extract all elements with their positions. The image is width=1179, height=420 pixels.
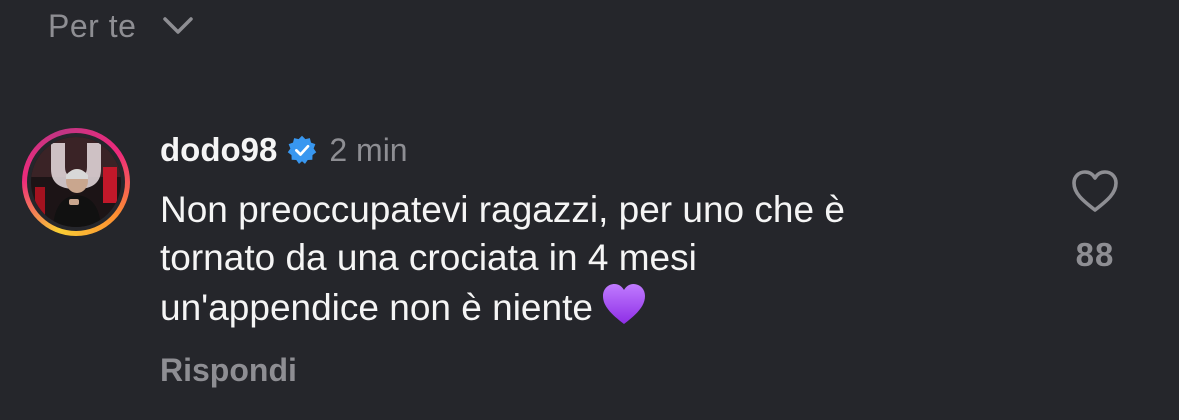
reply-button[interactable]: Rispondi xyxy=(160,352,297,389)
comment-line-2: tornato da una crociata in 4 mesi xyxy=(160,237,697,278)
purple-heart-emoji xyxy=(602,284,645,324)
heart-outline-icon[interactable] xyxy=(1070,168,1120,214)
comment-text: Non preoccupatevi ragazzi, per uno che è… xyxy=(160,186,1020,332)
username[interactable]: dodo98 xyxy=(160,131,277,169)
comment-line-3: un'appendice non è niente xyxy=(160,287,593,328)
like-area: 88 xyxy=(1062,168,1128,274)
avatar[interactable] xyxy=(31,137,121,227)
chevron-down-icon xyxy=(163,17,194,34)
sort-label: Per te xyxy=(48,7,137,44)
verified-badge-icon xyxy=(288,135,317,164)
story-ring[interactable] xyxy=(22,128,130,236)
comment: dodo98 2 min Non preoccupatevi ragazzi, … xyxy=(22,128,1162,408)
sort-dropdown[interactable]: Per te xyxy=(48,4,194,48)
timestamp: 2 min xyxy=(329,131,408,168)
comment-header: dodo98 2 min xyxy=(160,130,408,170)
comment-line-1: Non preoccupatevi ragazzi, per uno che è xyxy=(160,189,845,230)
like-count: 88 xyxy=(1075,236,1115,273)
avatar-image xyxy=(31,137,121,227)
